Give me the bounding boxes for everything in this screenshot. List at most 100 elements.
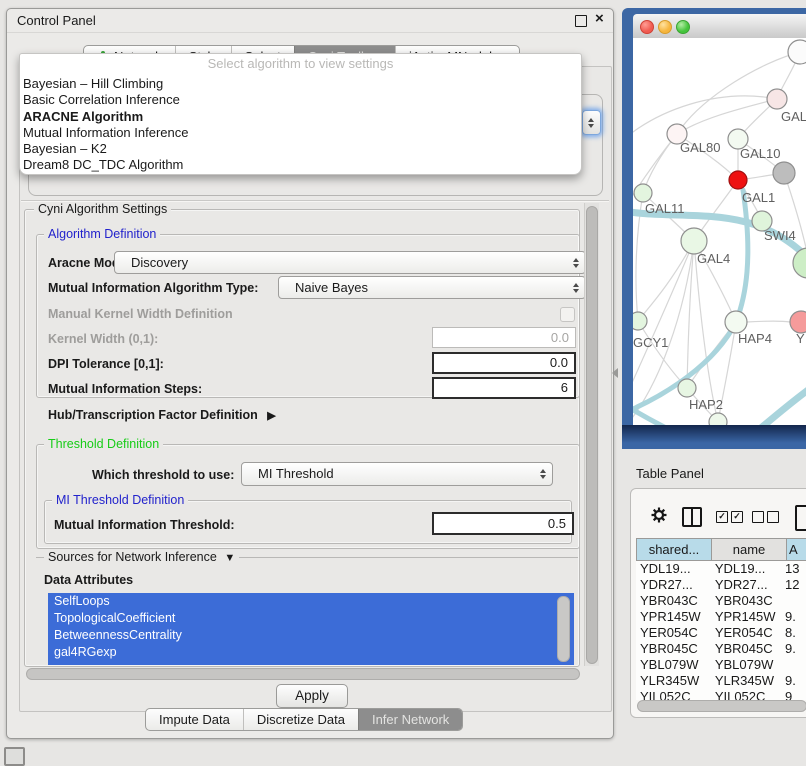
table-cell[interactable]: YDL19... bbox=[636, 561, 711, 577]
table-row[interactable]: YBL079WYBL079W bbox=[636, 657, 806, 673]
network-node[interactable] bbox=[773, 162, 795, 184]
network-node[interactable] bbox=[678, 379, 696, 397]
attribute-item[interactable]: gal4RGexp bbox=[48, 644, 574, 661]
apply-button[interactable]: Apply bbox=[276, 684, 348, 708]
manual-kernel-checkbox[interactable] bbox=[560, 307, 575, 322]
table-cell[interactable]: YPR145W bbox=[711, 609, 781, 625]
network-node[interactable] bbox=[634, 184, 652, 202]
network-node[interactable] bbox=[790, 311, 806, 333]
network-node[interactable] bbox=[725, 311, 747, 333]
network-node[interactable] bbox=[633, 312, 647, 330]
network-edge[interactable] bbox=[694, 241, 718, 422]
tab-infer-network[interactable]: Infer Network bbox=[358, 709, 462, 730]
mac-minimize-icon[interactable] bbox=[658, 20, 672, 34]
tab-discretize-data[interactable]: Discretize Data bbox=[243, 709, 358, 730]
mac-close-icon[interactable] bbox=[640, 20, 654, 34]
table-cell[interactable]: 8. bbox=[781, 625, 806, 641]
sources-title[interactable]: Sources for Network Inference ▼ bbox=[44, 550, 239, 564]
table-row[interactable]: YDR27...YDR27...12 bbox=[636, 577, 806, 593]
table-hscrollbar-thumb[interactable] bbox=[637, 700, 806, 712]
table-cell[interactable]: YBR043C bbox=[636, 593, 711, 609]
split-columns-icon[interactable] bbox=[682, 507, 702, 527]
table-cell[interactable]: YLR345W bbox=[711, 673, 781, 689]
hidden-combobox-spinner[interactable] bbox=[582, 110, 601, 135]
algorithm-option[interactable]: ARACNE Algorithm bbox=[20, 109, 581, 125]
mac-zoom-icon[interactable] bbox=[676, 20, 690, 34]
deselect-all-icon[interactable] bbox=[752, 511, 779, 523]
table-cell[interactable]: YER054C bbox=[636, 625, 711, 641]
settings-hscrollbar-thumb[interactable] bbox=[26, 668, 580, 680]
table-cell[interactable]: YBR045C bbox=[636, 641, 711, 657]
table-cell[interactable]: YIL052C bbox=[711, 689, 781, 700]
network-node[interactable] bbox=[767, 89, 787, 109]
network-graph[interactable]: GALGAL80GAL10GAL1GAL11SWI4GAL4GCY1HAP4YH… bbox=[633, 38, 806, 425]
table-cell[interactable] bbox=[781, 657, 806, 673]
table-cell[interactable]: YDL19... bbox=[711, 561, 781, 577]
table-cell[interactable]: YPR145W bbox=[636, 609, 711, 625]
which-threshold-combobox[interactable]: MI Threshold bbox=[241, 462, 553, 486]
table-cell[interactable]: 9 bbox=[781, 689, 806, 700]
table-cell[interactable]: 13 bbox=[781, 561, 806, 577]
attribute-item[interactable]: SelfLoops bbox=[48, 593, 574, 610]
table-cell[interactable]: YER054C bbox=[711, 625, 781, 641]
mi-threshold-field[interactable]: 0.5 bbox=[432, 512, 574, 535]
table-cell[interactable]: 12 bbox=[781, 577, 806, 593]
table-row[interactable]: YBR043CYBR043C bbox=[636, 593, 806, 609]
table-cell[interactable]: YLR345W bbox=[636, 673, 711, 689]
table-cell[interactable]: YDR27... bbox=[711, 577, 781, 593]
algorithm-option[interactable]: Dream8 DC_TDC Algorithm bbox=[20, 157, 581, 173]
table-cell[interactable]: 9. bbox=[781, 641, 806, 657]
network-node[interactable] bbox=[709, 413, 727, 425]
kernel-width-field[interactable]: 0.0 bbox=[432, 327, 576, 348]
network-edge[interactable] bbox=[633, 241, 694, 425]
attributes-scrollbar[interactable] bbox=[557, 596, 570, 662]
table-row[interactable]: YLR345WYLR345W9. bbox=[636, 673, 806, 689]
network-edge-thick[interactable] bbox=[755, 390, 806, 425]
attribute-item[interactable]: TopologicalCoefficient bbox=[48, 610, 574, 627]
gear-icon[interactable] bbox=[651, 507, 667, 528]
table-row[interactable]: YDL19...YDL19...13 bbox=[636, 561, 806, 577]
column-header-partial[interactable]: A bbox=[786, 539, 806, 560]
float-window-icon[interactable] bbox=[575, 15, 587, 27]
table-cell[interactable]: YBR045C bbox=[711, 641, 781, 657]
table-row[interactable]: YER054CYER054C8. bbox=[636, 625, 806, 641]
tab-impute-data[interactable]: Impute Data bbox=[146, 709, 243, 730]
data-attributes-list[interactable]: SelfLoopsTopologicalCoefficientBetweenne… bbox=[48, 593, 574, 665]
column-header-name[interactable]: name bbox=[711, 539, 786, 560]
table-cell[interactable]: YBR043C bbox=[711, 593, 781, 609]
table-row[interactable]: YBR045CYBR045C9. bbox=[636, 641, 806, 657]
mi-steps-field[interactable]: 6 bbox=[432, 377, 576, 399]
table-row[interactable]: YIL052CYIL052C9 bbox=[636, 689, 806, 700]
table-cell[interactable]: YDR27... bbox=[636, 577, 711, 593]
aracne-mode-combobox[interactable]: Discovery bbox=[114, 251, 586, 274]
network-node[interactable] bbox=[788, 40, 806, 64]
table-cell[interactable] bbox=[781, 593, 806, 609]
select-all-icon[interactable]: ✓✓ bbox=[716, 511, 743, 523]
table-cell[interactable]: 9. bbox=[781, 673, 806, 689]
algorithm-option[interactable]: Bayesian – Hill Climbing bbox=[20, 76, 581, 92]
attribute-item[interactable] bbox=[48, 661, 574, 665]
network-node[interactable] bbox=[793, 248, 806, 278]
column-header-shared-name[interactable]: shared... bbox=[637, 539, 711, 560]
close-icon[interactable]: × bbox=[595, 10, 604, 27]
algorithm-option[interactable]: Mutual Information Inference bbox=[20, 125, 581, 141]
network-window-titlebar[interactable] bbox=[633, 14, 806, 39]
settings-vscrollbar-thumb[interactable] bbox=[586, 206, 598, 664]
partial-toolbar-icon[interactable] bbox=[795, 505, 806, 531]
network-edge[interactable] bbox=[747, 321, 790, 322]
attribute-item[interactable]: BetweennessCentrality bbox=[48, 627, 574, 644]
table-cell[interactable]: YBL079W bbox=[711, 657, 781, 673]
minimized-panel-icon[interactable] bbox=[4, 747, 25, 766]
mi-algorithm-type-combobox[interactable]: Naive Bayes bbox=[278, 276, 586, 299]
network-canvas[interactable]: GALGAL80GAL10GAL1GAL11SWI4GAL4GCY1HAP4YH… bbox=[633, 38, 806, 425]
algorithm-dropdown[interactable]: Select algorithm to view settings Bayesi… bbox=[19, 53, 582, 175]
table-cell[interactable]: 9. bbox=[781, 609, 806, 625]
table-row[interactable]: YPR145WYPR145W9. bbox=[636, 609, 806, 625]
table-cell[interactable]: YBL079W bbox=[636, 657, 711, 673]
network-edge[interactable] bbox=[638, 241, 694, 321]
table-body[interactable]: YDL19...YDL19...13YDR27...YDR27...12YBR0… bbox=[636, 561, 806, 700]
algorithm-option[interactable]: Bayesian – K2 bbox=[20, 141, 581, 157]
table-cell[interactable]: YIL052C bbox=[636, 689, 711, 700]
dpi-tolerance-field[interactable]: 0.0 bbox=[432, 352, 576, 374]
algorithm-option[interactable]: Basic Correlation Inference bbox=[20, 92, 581, 108]
